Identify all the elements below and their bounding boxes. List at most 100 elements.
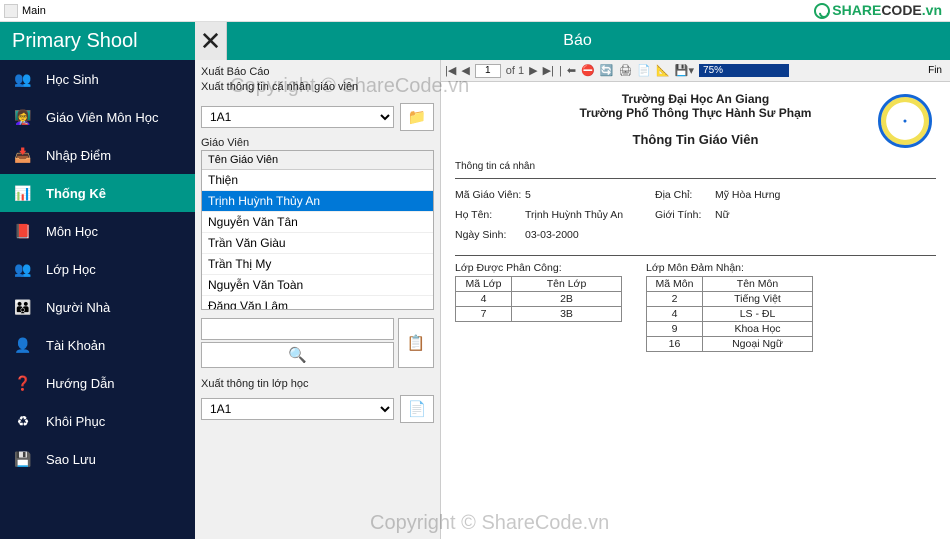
clipboard-icon: 📋 (407, 334, 426, 352)
list-item[interactable]: Nguyễn Văn Toàn (202, 275, 433, 296)
sidebar-icon: 👩‍🏫 (12, 109, 34, 126)
export-sub-label: Xuất thông tin cá nhân giáo viên (201, 81, 434, 93)
field-id-value: 5 (525, 189, 655, 201)
search-input[interactable] (201, 318, 394, 340)
info-grid: Mã Giáo Viên: 5 Địa Chỉ: Mỹ Hòa Hưng Họ … (455, 189, 936, 241)
zoom-select[interactable]: 75% (699, 64, 789, 77)
report-toolbar: |◀ ◀ of 1 ▶ ▶| | ⬅ ⛔ 🔄 🖨 📄 📐 💾▾ 75% Fin (441, 60, 950, 82)
table-row: 2Tiếng Việt (647, 292, 813, 307)
first-page-button[interactable]: |◀ (445, 64, 456, 77)
sidebar-icon: 📥 (12, 147, 34, 164)
list-item[interactable]: Nguyễn Văn Tân (202, 212, 433, 233)
table-header: Tên Môn (703, 277, 813, 292)
search-button[interactable]: 🔍 (201, 342, 394, 368)
sidebar-item-9[interactable]: ♻ Khôi Phục (0, 402, 195, 440)
report-body: ● Trường Đại Học An Giang Trường Phổ Thô… (441, 82, 950, 539)
table-row: 9Khoa Học (647, 322, 813, 337)
subject-block: Lớp Môn Đảm Nhận: Mã MônTên Môn2Tiếng Vi… (646, 262, 813, 352)
refresh-button[interactable]: 🔄 (600, 64, 614, 77)
sidebar-item-label: Giáo Viên Môn Học (46, 110, 159, 125)
document-icon: 📄 (408, 400, 427, 418)
assigned-class-table: Mã LớpTên Lớp42B73B (455, 276, 622, 322)
sidebar-item-label: Học Sinh (46, 72, 99, 87)
prev-page-button[interactable]: ◀ (461, 64, 469, 77)
page-number-input[interactable] (475, 64, 501, 78)
table-header: Tên Lớp (512, 277, 622, 292)
table-row: 4LS - ĐL (647, 307, 813, 322)
field-addr-label: Địa Chỉ: (655, 189, 715, 201)
table-header: Mã Môn (647, 277, 703, 292)
report-header-2: Trường Phổ Thông Thực Hành Sư Phạm (455, 106, 936, 120)
report-viewer: |◀ ◀ of 1 ▶ ▶| | ⬅ ⛔ 🔄 🖨 📄 📐 💾▾ 75% Fin (440, 60, 950, 539)
field-dob-label: Ngày Sinh: (455, 229, 525, 241)
sidebar-item-label: Lớp Học (46, 262, 96, 277)
back-button[interactable]: ⬅ (567, 64, 576, 77)
filter-panel: Xuất Báo Cáo Xuất thông tin cá nhân giáo… (195, 60, 440, 539)
list-item[interactable]: Trần Thị My (202, 254, 433, 275)
sidebar-item-label: Tài Khoản (46, 338, 105, 353)
list-item[interactable]: Trần Văn Giàu (202, 233, 433, 254)
recycle-icon (814, 3, 830, 19)
class-select-1[interactable]: 1A1 (201, 106, 394, 128)
sidebar-item-label: Sao Lưu (46, 452, 96, 467)
sidebar-icon: ♻ (12, 413, 34, 430)
assigned-class-block: Lớp Được Phân Công: Mã LớpTên Lớp42B73B (455, 262, 622, 352)
sidebar-item-2[interactable]: 📥Nhập Điểm (0, 136, 195, 174)
field-addr-value: Mỹ Hòa Hưng (715, 189, 815, 201)
sidebar-icon: ❓ (12, 375, 34, 392)
find-label[interactable]: Fin (924, 65, 946, 76)
table-row: 73B (456, 307, 622, 322)
list-item[interactable]: Thiện (202, 170, 433, 191)
class-select-2[interactable]: 1A1 (201, 398, 394, 420)
search-icon: 🔍 (288, 346, 307, 364)
sidebar-item-1[interactable]: 👩‍🏫 Giáo Viên Môn Học (0, 98, 195, 136)
sidebar-item-label: Môn Học (46, 224, 98, 239)
sidebar: Primary Shool 👥Học Sinh 👩‍🏫 Giáo Viên Môn … (0, 22, 195, 539)
export-class-button[interactable]: 📄 (400, 395, 434, 423)
sidebar-item-0[interactable]: 👥Học Sinh (0, 60, 195, 98)
page-of-label: of 1 (506, 65, 524, 77)
sidebar-item-label: Hướng Dẫn (46, 376, 115, 391)
sidebar-item-5[interactable]: 👥Lớp Học (0, 250, 195, 288)
brand-logo: SHARECODE.vn (814, 2, 942, 19)
table2-title: Lớp Môn Đảm Nhận: (646, 262, 813, 274)
sidebar-item-4[interactable]: 📕Môn Học (0, 212, 195, 250)
layout-button[interactable]: 📄 (637, 64, 651, 77)
sidebar-item-10[interactable]: 💾 Sao Lưu (0, 440, 195, 478)
close-panel-button[interactable]: ✕ (195, 22, 227, 60)
report-title: Thông Tin Giáo Viên (455, 132, 936, 147)
clipboard-button[interactable]: 📋 (398, 318, 434, 368)
export-report-label: Xuất Báo Cáo (201, 66, 434, 78)
next-page-button[interactable]: ▶ (529, 64, 537, 77)
separator (455, 255, 936, 256)
teacher-listview[interactable]: Tên Giáo Viên ThiệnTrịnh Huỳnh Thủy AnNg… (201, 150, 434, 310)
sidebar-icon: 💾 (12, 451, 34, 468)
sidebar-item-label: Thống Kê (46, 186, 106, 201)
export-class-label: Xuất thông tin lớp học (201, 378, 434, 390)
list-item[interactable]: Trịnh Huỳnh Thủy An (202, 191, 433, 212)
sidebar-item-8[interactable]: ❓ Hướng Dẫn (0, 364, 195, 402)
topbar: ✕ Báo (195, 22, 950, 60)
app-icon (4, 4, 18, 18)
table-row: 16Ngoại Ngữ (647, 337, 813, 352)
export-folder-button[interactable]: 📁 (400, 103, 434, 131)
sidebar-item-6[interactable]: 👪Người Nhà (0, 288, 195, 326)
list-item[interactable]: Đặng Văn Lâm (202, 296, 433, 310)
sidebar-item-label: Khôi Phục (46, 414, 105, 429)
stop-button[interactable]: ⛔ (581, 64, 595, 77)
field-gender-label: Giới Tính: (655, 209, 715, 221)
topbar-title: Báo (227, 32, 950, 50)
print-button[interactable]: 🖨 (618, 64, 632, 77)
listview-header: Tên Giáo Viên (202, 151, 433, 170)
sidebar-item-3[interactable]: 📊Thống Kê (0, 174, 195, 212)
last-page-button[interactable]: ▶| (543, 64, 554, 77)
export-button[interactable]: 💾▾ (675, 64, 694, 77)
field-name-value: Trịnh Huỳnh Thủy An (525, 209, 655, 221)
sidebar-title: Primary Shool (0, 22, 195, 60)
separator (455, 178, 936, 179)
school-logo: ● (878, 94, 932, 148)
setup-button[interactable]: 📐 (656, 64, 670, 77)
field-gender-value: Nữ (715, 209, 815, 221)
sidebar-icon: 👤 (12, 337, 34, 354)
sidebar-item-7[interactable]: 👤 Tài Khoản (0, 326, 195, 364)
